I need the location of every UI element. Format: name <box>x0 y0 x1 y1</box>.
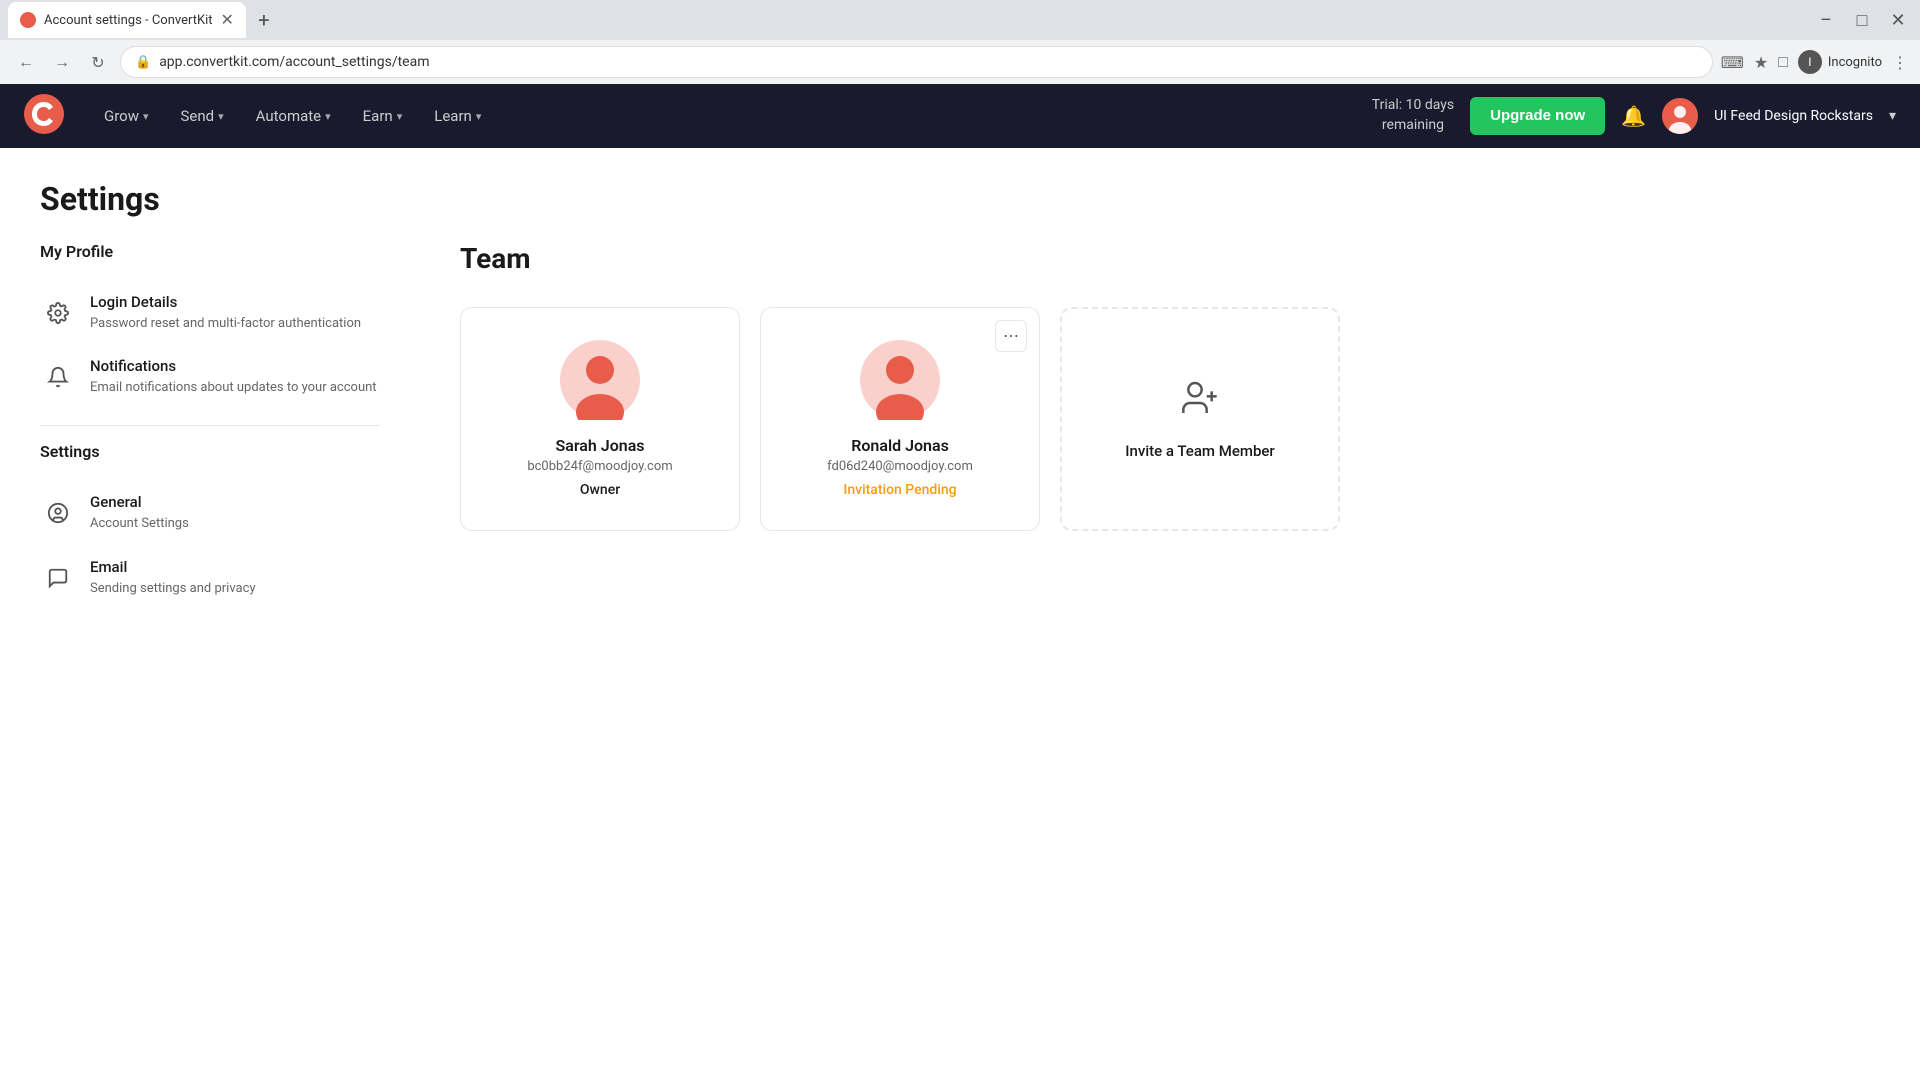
notifications-content: Notifications Email notifications about … <box>90 357 377 397</box>
login-details-label: Login Details <box>90 293 361 311</box>
user-circle-icon <box>40 495 76 531</box>
tab-title: Account settings - ConvertKit <box>44 13 213 28</box>
sarah-role: Owner <box>580 482 620 498</box>
nav-item-learn[interactable]: Learn ▾ <box>418 84 497 148</box>
right-content: Team Sarah Jonas bc0bb24f@moodjoy.co <box>420 242 1880 610</box>
incognito-badge: I Incognito <box>1798 50 1882 74</box>
sidebar-item-login-details[interactable]: Login Details Password reset and multi-f… <box>40 281 380 345</box>
browser-toolbar: ← → ↻ 🔒 app.convertkit.com/account_setti… <box>0 40 1920 84</box>
notifications-bell-icon[interactable]: 🔔 <box>1621 104 1646 128</box>
ronald-avatar <box>860 340 940 420</box>
top-nav: Grow ▾ Send ▾ Automate ▾ Earn ▾ Learn ▾ <box>0 84 1920 148</box>
cast-icon[interactable]: ⌨ <box>1721 53 1744 72</box>
nav-right: Trial: 10 daysremaining Upgrade now 🔔 UI… <box>1372 96 1896 135</box>
url-text: app.convertkit.com/account_settings/team <box>159 54 429 70</box>
sidebar-divider <box>40 425 380 426</box>
bell-sidebar-icon <box>40 359 76 395</box>
page-header: Settings <box>0 148 1920 242</box>
window-controls: – □ ✕ <box>1812 6 1912 34</box>
team-member-card-sarah: Sarah Jonas bc0bb24f@moodjoy.com Owner <box>460 307 740 531</box>
browser-tab[interactable]: Account settings - ConvertKit ✕ <box>8 2 246 38</box>
address-bar[interactable]: 🔒 app.convertkit.com/account_settings/te… <box>120 46 1713 78</box>
incognito-label: Incognito <box>1828 55 1882 70</box>
email-desc: Sending settings and privacy <box>90 580 256 598</box>
sarah-email: bc0bb24f@moodjoy.com <box>527 459 672 474</box>
add-user-icon <box>1180 378 1220 426</box>
forward-button[interactable]: → <box>48 48 76 76</box>
ronald-email: fd06d240@moodjoy.com <box>827 459 973 474</box>
sidebar-item-email[interactable]: Email Sending settings and privacy <box>40 546 380 610</box>
lock-icon: 🔒 <box>135 55 151 70</box>
workspace-name[interactable]: UI Feed Design Rockstars <box>1714 108 1873 124</box>
workspace-chevron-icon[interactable]: ▾ <box>1889 108 1896 124</box>
email-icon <box>40 560 76 596</box>
email-label: Email <box>90 558 256 576</box>
general-desc: Account Settings <box>90 515 189 533</box>
sidebar-item-notifications[interactable]: Notifications Email notifications about … <box>40 345 380 409</box>
general-content: General Account Settings <box>90 493 189 533</box>
ronald-status: Invitation Pending <box>843 482 956 498</box>
team-section-title: Team <box>460 242 1880 275</box>
refresh-button[interactable]: ↻ <box>84 48 112 76</box>
sidebar-item-general[interactable]: General Account Settings <box>40 481 380 545</box>
main-content: Settings My Profile Login Details Passwo… <box>0 148 1920 610</box>
login-details-desc: Password reset and multi-factor authenti… <box>90 315 361 333</box>
invite-team-member-card[interactable]: Invite a Team Member <box>1060 307 1340 531</box>
logo[interactable] <box>24 94 88 138</box>
card-menu-button[interactable]: ⋯ <box>995 320 1027 352</box>
nav-item-send[interactable]: Send ▾ <box>165 84 240 148</box>
grow-chevron-icon: ▾ <box>143 110 149 123</box>
send-chevron-icon: ▾ <box>218 110 224 123</box>
bookmark-icon[interactable]: ★ <box>1754 53 1768 72</box>
tab-close-button[interactable]: ✕ <box>221 12 234 28</box>
browser-titlebar: Account settings - ConvertKit ✕ + – □ ✕ <box>0 0 1920 40</box>
automate-chevron-icon: ▾ <box>325 110 331 123</box>
general-label: General <box>90 493 189 511</box>
app: Grow ▾ Send ▾ Automate ▾ Earn ▾ Learn ▾ <box>0 84 1920 1080</box>
email-content: Email Sending settings and privacy <box>90 558 256 598</box>
nav-items: Grow ▾ Send ▾ Automate ▾ Earn ▾ Learn ▾ <box>88 84 1372 148</box>
menu-icon[interactable]: ⋮ <box>1892 53 1908 72</box>
close-button[interactable]: ✕ <box>1884 6 1912 34</box>
incognito-avatar: I <box>1798 50 1822 74</box>
browser-chrome: Account settings - ConvertKit ✕ + – □ ✕ … <box>0 0 1920 84</box>
sarah-avatar <box>560 340 640 420</box>
earn-chevron-icon: ▾ <box>397 110 403 123</box>
page-title: Settings <box>40 180 1880 218</box>
upgrade-button[interactable]: Upgrade now <box>1470 97 1605 135</box>
nav-item-grow[interactable]: Grow ▾ <box>88 84 165 148</box>
profile-icon[interactable]: □ <box>1778 52 1788 72</box>
settings-section-title: Settings <box>40 442 380 461</box>
my-profile-section-title: My Profile <box>40 242 380 261</box>
notifications-desc: Email notifications about updates to you… <box>90 379 377 397</box>
user-avatar[interactable] <box>1662 98 1698 134</box>
nav-item-earn[interactable]: Earn ▾ <box>347 84 419 148</box>
login-details-content: Login Details Password reset and multi-f… <box>90 293 361 333</box>
tab-favicon <box>20 12 36 28</box>
back-button[interactable]: ← <box>12 48 40 76</box>
toolbar-right: ⌨ ★ □ I Incognito ⋮ <box>1721 50 1908 74</box>
settings-sidebar: My Profile Login Details Password reset … <box>40 242 420 610</box>
new-tab-button[interactable]: + <box>250 6 278 34</box>
notifications-label: Notifications <box>90 357 377 375</box>
gear-icon <box>40 295 76 331</box>
invite-label: Invite a Team Member <box>1125 442 1274 460</box>
nav-item-automate[interactable]: Automate ▾ <box>240 84 347 148</box>
sarah-name: Sarah Jonas <box>555 436 644 455</box>
ronald-name: Ronald Jonas <box>851 436 949 455</box>
team-member-card-ronald: ⋯ Ronald Jonas fd06d240@moodjoy.com Invi… <box>760 307 1040 531</box>
minimize-button[interactable]: – <box>1812 6 1840 34</box>
maximize-button[interactable]: □ <box>1848 6 1876 34</box>
content-area: My Profile Login Details Password reset … <box>0 242 1920 610</box>
learn-chevron-icon: ▾ <box>476 110 482 123</box>
team-cards: Sarah Jonas bc0bb24f@moodjoy.com Owner ⋯ <box>460 307 1880 531</box>
trial-text: Trial: 10 daysremaining <box>1372 96 1454 135</box>
